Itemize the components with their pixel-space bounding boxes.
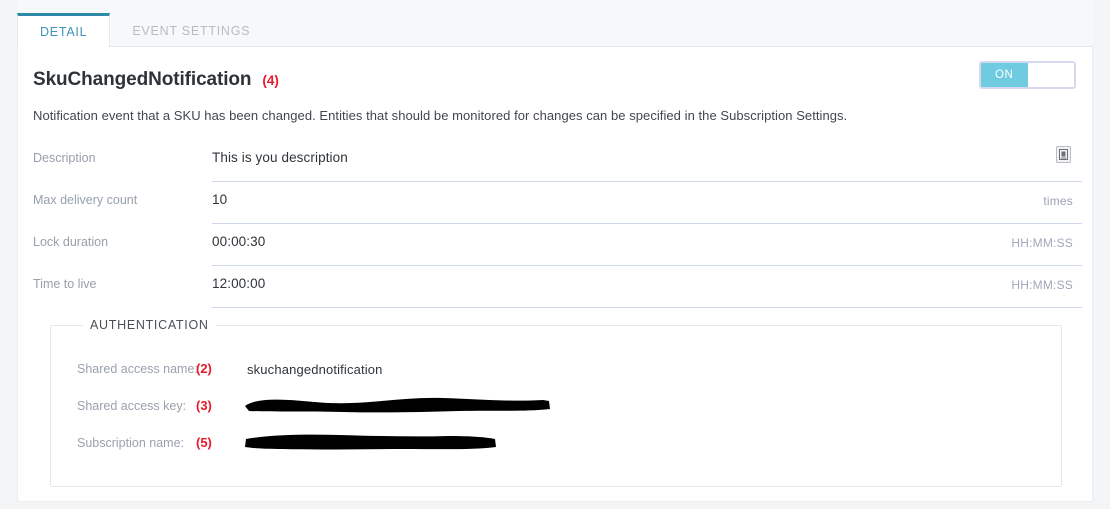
enabled-toggle[interactable]: ON (979, 61, 1076, 89)
field-time-to-live[interactable]: 12:00:00 HH:MM:SS (212, 266, 1082, 308)
page-root: DETAIL EVENT SETTINGS SkuChangedNotifica… (0, 0, 1110, 509)
field-max-delivery-count[interactable]: 10 times (212, 182, 1082, 224)
field-description[interactable]: This is you description (212, 140, 1082, 182)
tab-detail-label: DETAIL (40, 24, 88, 39)
suffix-lock-duration: HH:MM:SS (1011, 236, 1073, 250)
detail-card: SkuChangedNotification (4) Notification … (17, 47, 1093, 502)
label-time-to-live: Time to live (33, 277, 97, 291)
value-description: This is you description (212, 150, 348, 165)
page-title: SkuChangedNotification (33, 69, 252, 90)
annotation-5: (5) (196, 435, 212, 450)
tab-strip: DETAIL EVENT SETTINGS (17, 0, 1093, 47)
label-lock-duration: Lock duration (33, 235, 109, 249)
toggle-track-blank (1027, 63, 1074, 87)
tab-list: DETAIL EVENT SETTINGS (17, 13, 272, 47)
value-max-delivery-count: 10 (212, 192, 228, 207)
toggle-on-label: ON (981, 63, 1028, 87)
label-description: Description (33, 151, 96, 165)
label-shared-access-key: Shared access key: (77, 399, 187, 413)
value-lock-duration: 00:00:30 (212, 234, 266, 249)
note-button-icon[interactable] (1056, 146, 1071, 163)
suffix-time-to-live: HH:MM:SS (1011, 278, 1073, 292)
title-annotation-4: (4) (262, 73, 279, 88)
form-row-time-to-live: Time to live 12:00:00 HH:MM:SS (18, 266, 1092, 308)
tab-detail[interactable]: DETAIL (17, 13, 111, 47)
auth-row-subscription-name: Subscription name: (5) (51, 434, 1061, 471)
label-subscription-name: Subscription name: (77, 436, 185, 450)
value-time-to-live: 12:00:00 (212, 276, 266, 291)
value-shared-access-name: skuchangednotification (247, 362, 383, 377)
annotation-2: (2) (196, 361, 212, 376)
authentication-legend: AUTHENTICATION (83, 318, 216, 332)
page-title-row: SkuChangedNotification (4) (33, 69, 279, 91)
suffix-max-delivery-count: times (1043, 194, 1073, 208)
page-description: Notification event that a SKU has been c… (33, 108, 848, 123)
annotation-3: (3) (196, 398, 212, 413)
auth-row-shared-access-name: Shared access name: (2) skuchangednotifi… (51, 360, 1061, 397)
form-row-lock-duration: Lock duration 00:00:30 HH:MM:SS (18, 224, 1092, 266)
tab-event-settings-label: EVENT SETTINGS (132, 23, 251, 38)
form-row-max-delivery-count: Max delivery count 10 times (18, 182, 1092, 224)
redaction-shared-access-key (243, 394, 553, 413)
label-max-delivery-count: Max delivery count (33, 193, 138, 207)
label-shared-access-name: Shared access name: (77, 362, 198, 376)
authentication-section: AUTHENTICATION Shared access name: (2) s… (50, 318, 1062, 487)
tab-event-settings[interactable]: EVENT SETTINGS (110, 14, 272, 47)
form-row-description: Description This is you description (18, 140, 1092, 182)
detail-form: Description This is you description Max … (18, 140, 1092, 308)
field-lock-duration[interactable]: 00:00:30 HH:MM:SS (212, 224, 1082, 266)
redaction-subscription-name (243, 431, 499, 450)
auth-row-shared-access-key: Shared access key: (3) (51, 397, 1061, 434)
